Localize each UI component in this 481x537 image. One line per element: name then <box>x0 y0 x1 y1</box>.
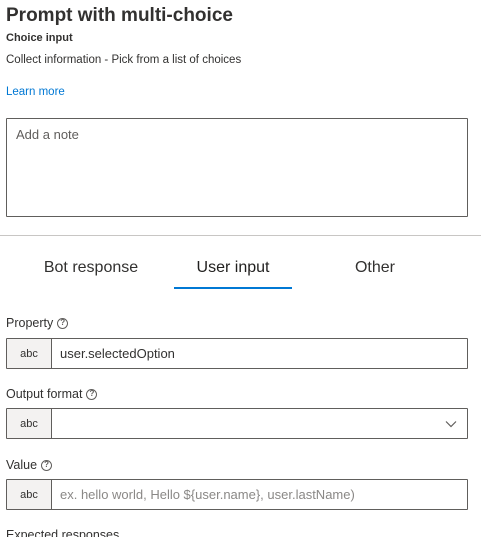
property-input[interactable] <box>52 339 467 368</box>
tab-other[interactable]: Other <box>340 250 410 290</box>
property-label-row: Property ? <box>6 316 69 330</box>
help-circle-icon[interactable]: ? <box>57 317 69 329</box>
help-circle-icon[interactable]: ? <box>41 459 53 471</box>
output-format-field: abc <box>6 408 468 439</box>
expected-responses-label: Expected responses <box>6 528 120 537</box>
tab-bar: Bot response User input Other <box>0 250 481 292</box>
value-label-row: Value ? <box>6 458 53 472</box>
chevron-down-icon <box>445 421 457 428</box>
add-note-textarea[interactable] <box>6 118 468 217</box>
output-format-label-row: Output format ? <box>6 387 98 401</box>
output-format-type-tag[interactable]: abc <box>7 409 52 438</box>
value-input[interactable] <box>52 480 467 509</box>
value-field: abc <box>6 479 468 510</box>
selected-tab-indicator <box>174 287 292 289</box>
learn-more-link[interactable]: Learn more <box>6 86 65 98</box>
property-label: Property <box>6 316 54 330</box>
panel-subtitle: Choice input <box>6 32 73 44</box>
tab-user-input[interactable]: User input <box>174 250 292 290</box>
value-label: Value <box>6 458 38 472</box>
help-circle-icon[interactable]: ? <box>86 388 98 400</box>
value-type-tag[interactable]: abc <box>7 480 52 509</box>
property-field: abc <box>6 338 468 369</box>
properties-panel: Prompt with multi-choice Choice input Co… <box>0 0 481 537</box>
output-format-dropdown[interactable] <box>52 409 467 438</box>
output-format-label: Output format <box>6 387 83 401</box>
section-divider <box>0 235 481 236</box>
property-type-tag[interactable]: abc <box>7 339 52 368</box>
panel-description: Collect information - Pick from a list o… <box>6 54 242 66</box>
panel-title: Prompt with multi-choice <box>6 5 233 26</box>
tab-bot-response[interactable]: Bot response <box>34 250 148 290</box>
